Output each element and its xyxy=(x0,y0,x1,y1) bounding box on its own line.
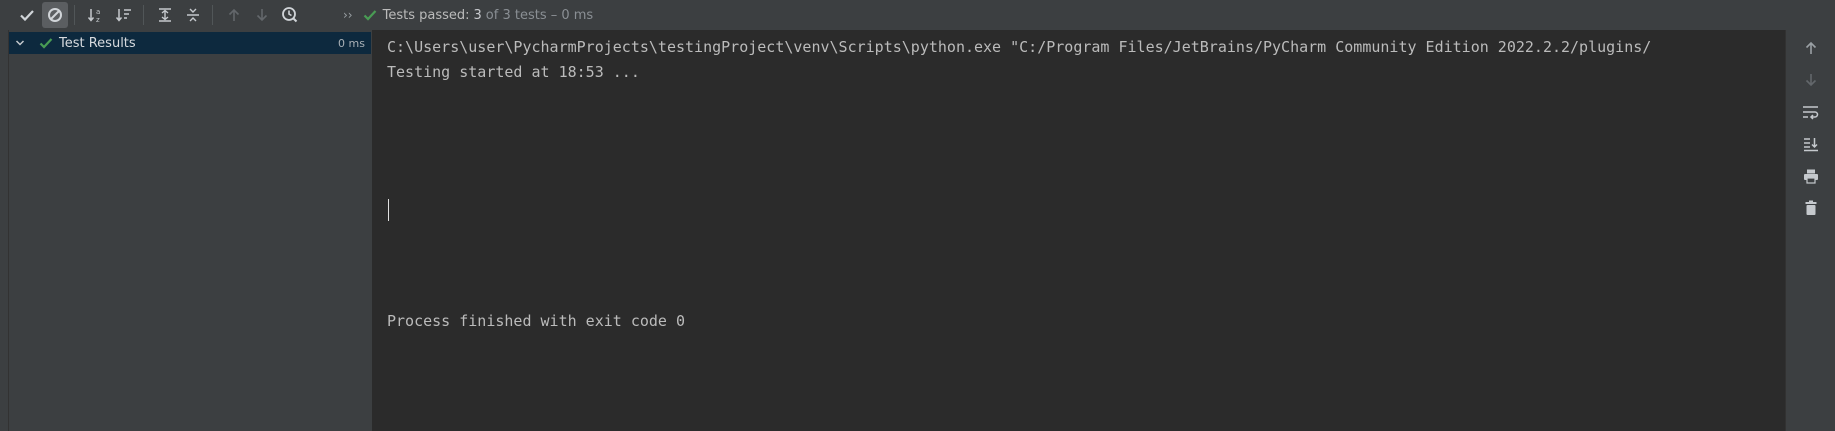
left-gutter xyxy=(0,30,9,431)
svg-text:z: z xyxy=(96,16,100,23)
scroll-to-end-button[interactable] xyxy=(1800,133,1822,155)
more-actions-chevron[interactable]: ›› xyxy=(343,8,353,22)
soft-wrap-icon xyxy=(1803,106,1819,120)
chevron-down-icon[interactable] xyxy=(15,38,29,48)
arrow-down-icon xyxy=(1805,74,1817,87)
scroll-to-end-icon xyxy=(1804,138,1818,152)
test-status: Tests passed: 3 of 3 tests – 0 ms xyxy=(363,7,594,23)
test-history-button[interactable] xyxy=(277,2,303,28)
test-runner-window: a z ›› Tests passed: 3 of 3 tests – 0 ms… xyxy=(0,0,1835,431)
scroll-down-button[interactable] xyxy=(1800,69,1822,91)
arrow-up-icon xyxy=(228,8,240,21)
clear-all-button[interactable] xyxy=(1800,197,1822,219)
console-output[interactable]: C:\Users\user\PycharmProjects\testingPro… xyxy=(372,30,1785,431)
tree-root-label: Test Results xyxy=(59,35,136,51)
toolbar-separator xyxy=(212,5,213,25)
ignored-icon xyxy=(48,8,62,22)
sort-alphabetically-button[interactable]: a z xyxy=(83,2,109,28)
console-line: Process finished with exit code 0 xyxy=(387,312,686,330)
passed-check-icon xyxy=(39,36,53,50)
sort-by-duration-button[interactable] xyxy=(111,2,137,28)
sort-alphabetically-icon: a z xyxy=(87,8,100,23)
expand-all-icon xyxy=(159,8,171,22)
toolbar-separator xyxy=(74,5,75,25)
console-line: C:\Users\user\PycharmProjects\testingPro… xyxy=(387,38,1652,56)
test-tree: Test Results 0 ms xyxy=(9,30,371,431)
sort-by-duration-icon xyxy=(115,9,131,22)
collapse-all-icon xyxy=(187,8,199,22)
test-toolbar: a z ›› Tests passed: 3 of 3 tests – 0 ms xyxy=(0,0,1835,30)
show-passed-button[interactable] xyxy=(14,2,40,28)
console-side-toolbar xyxy=(1785,30,1835,431)
print-button[interactable] xyxy=(1800,165,1822,187)
status-passed-label: Tests passed: xyxy=(382,7,470,23)
expand-all-button[interactable] xyxy=(152,2,178,28)
soft-wrap-button[interactable] xyxy=(1800,101,1822,123)
console-scrollbar[interactable] xyxy=(1778,30,1784,431)
text-caret xyxy=(388,199,389,221)
printer-icon xyxy=(1804,169,1818,184)
scroll-up-button[interactable] xyxy=(1800,37,1822,59)
show-ignored-button[interactable] xyxy=(42,2,68,28)
console-line: Testing started at 18:53 ... xyxy=(387,63,640,81)
svg-text:a: a xyxy=(96,8,100,16)
tree-row-test-results[interactable]: Test Results 0 ms xyxy=(9,32,371,54)
arrow-up-icon xyxy=(1805,41,1817,54)
status-passed-count: 3 xyxy=(473,7,482,23)
status-summary: of 3 tests – 0 ms xyxy=(485,7,594,23)
trash-icon xyxy=(1805,200,1817,215)
previous-failed-button[interactable] xyxy=(221,2,247,28)
tree-root-duration: 0 ms xyxy=(338,36,365,50)
passed-check-icon xyxy=(363,10,376,21)
checkmark-icon xyxy=(20,10,34,22)
next-failed-button[interactable] xyxy=(249,2,275,28)
toolbar-separator xyxy=(143,5,144,25)
collapse-all-button[interactable] xyxy=(180,2,206,28)
arrow-down-icon xyxy=(256,9,268,22)
history-clock-icon xyxy=(282,7,298,23)
